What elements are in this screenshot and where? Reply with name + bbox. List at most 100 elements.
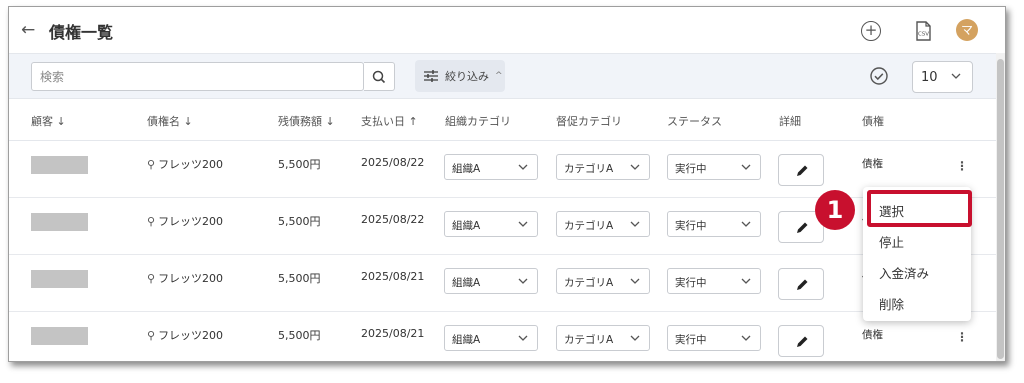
column-header-customer[interactable]: 顧客 ↓ bbox=[31, 113, 66, 129]
status-select[interactable]: 実行中 bbox=[667, 268, 761, 294]
search-icon: ⚲ bbox=[147, 158, 156, 171]
dun-category-value: カテゴリA bbox=[564, 163, 614, 175]
table-row: ⚲ フレッツ200 5,500円 2025/08/22 組織A カテゴリA 実行中… bbox=[9, 141, 999, 198]
debt-name-link[interactable]: ⚲ フレッツ200 bbox=[147, 270, 223, 286]
edit-button[interactable] bbox=[778, 325, 824, 357]
dun-category-select[interactable]: カテゴリA bbox=[556, 325, 650, 351]
customer-redacted bbox=[31, 327, 88, 345]
chevron-down-icon bbox=[741, 164, 751, 170]
customer-redacted bbox=[31, 156, 88, 174]
avatar[interactable]: マ bbox=[956, 19, 978, 41]
balance-amount: 5,500円 bbox=[278, 272, 321, 285]
pencil-icon bbox=[797, 165, 808, 176]
debt-name: フレッツ200 bbox=[158, 329, 224, 342]
org-category-value: 組織A bbox=[452, 163, 481, 175]
debt-name: フレッツ200 bbox=[158, 215, 224, 228]
edit-button[interactable] bbox=[778, 268, 824, 300]
column-header-org-category: 組織カテゴリ bbox=[445, 115, 511, 128]
chevron-down-icon bbox=[741, 278, 751, 284]
customer-redacted bbox=[31, 213, 88, 231]
pay-date: 2025/08/21 bbox=[361, 327, 425, 340]
column-header-saiken: 債権 bbox=[862, 115, 884, 128]
column-header-balance[interactable]: 残債務額 ↓ bbox=[278, 113, 335, 129]
csv-download-icon[interactable]: CSV bbox=[913, 21, 933, 41]
balance-amount: 5,500円 bbox=[278, 158, 321, 171]
chevron-down-icon bbox=[630, 221, 640, 227]
plus-circle-icon[interactable]: + bbox=[861, 21, 881, 41]
pay-date: 2025/08/22 bbox=[361, 213, 425, 226]
chevron-up-icon: ^ bbox=[495, 71, 503, 81]
edit-button[interactable] bbox=[778, 154, 824, 186]
pencil-icon bbox=[797, 336, 808, 347]
search-icon bbox=[372, 70, 386, 84]
chevron-down-icon bbox=[741, 335, 751, 341]
dun-category-value: カテゴリA bbox=[564, 220, 614, 232]
dun-category-select[interactable]: カテゴリA bbox=[556, 211, 650, 237]
filter-label: 絞り込み bbox=[445, 70, 489, 83]
balance-amount: 5,500円 bbox=[278, 215, 321, 228]
step-badge: 1 bbox=[815, 190, 855, 230]
org-category-select[interactable]: 組織A bbox=[444, 325, 538, 351]
debt-name: フレッツ200 bbox=[158, 158, 224, 171]
per-page-select[interactable]: 10 bbox=[912, 61, 973, 93]
check-circle-icon[interactable] bbox=[869, 66, 889, 86]
org-category-value: 組織A bbox=[452, 277, 481, 289]
search-box bbox=[31, 62, 364, 91]
app-window: ← 債権一覧 + CSV マ 検索 絞り込み ^ 10 顧客 ↓ 債権名 ↓ 残… bbox=[8, 6, 1006, 362]
more-vert-icon[interactable]: ⋮ bbox=[956, 159, 968, 173]
debt-name-link[interactable]: ⚲ フレッツ200 bbox=[147, 213, 223, 229]
pay-date: 2025/08/21 bbox=[361, 270, 425, 283]
highlight-box bbox=[867, 190, 972, 227]
column-header-status: ステータス bbox=[667, 115, 722, 128]
toolbar: 絞り込み ^ 10 bbox=[9, 53, 999, 99]
org-category-select[interactable]: 組織A bbox=[444, 211, 538, 237]
pencil-icon bbox=[797, 279, 808, 290]
chevron-down-icon bbox=[630, 164, 640, 170]
per-page-value: 10 bbox=[921, 70, 938, 85]
status-value: 実行中 bbox=[675, 334, 707, 346]
search-button[interactable] bbox=[364, 62, 395, 91]
status-select[interactable]: 実行中 bbox=[667, 325, 761, 351]
chevron-down-icon bbox=[630, 278, 640, 284]
saiken-label: 債権 bbox=[862, 158, 883, 170]
dun-category-value: カテゴリA bbox=[564, 277, 614, 289]
sliders-icon bbox=[424, 70, 438, 82]
column-header-dun-category: 督促カテゴリ bbox=[556, 115, 622, 128]
dun-category-select[interactable]: カテゴリA bbox=[556, 154, 650, 180]
menu-item-paid[interactable]: 入金済み bbox=[879, 263, 929, 282]
pencil-icon bbox=[797, 222, 808, 233]
menu-item-delete[interactable]: 削除 bbox=[879, 294, 904, 313]
org-category-select[interactable]: 組織A bbox=[444, 154, 538, 180]
menu-item-stop[interactable]: 停止 bbox=[879, 232, 904, 251]
chevron-down-icon bbox=[630, 335, 640, 341]
dun-category-select[interactable]: カテゴリA bbox=[556, 268, 650, 294]
org-category-value: 組織A bbox=[452, 334, 481, 346]
chevron-down-icon bbox=[518, 164, 528, 170]
org-category-select[interactable]: 組織A bbox=[444, 268, 538, 294]
balance-amount: 5,500円 bbox=[278, 329, 321, 342]
csv-label: CSV bbox=[918, 32, 929, 38]
page-header: ← 債権一覧 + CSV マ bbox=[9, 7, 999, 53]
debt-name: フレッツ200 bbox=[158, 272, 224, 285]
search-icon: ⚲ bbox=[147, 272, 156, 285]
arrow-left-icon[interactable]: ← bbox=[21, 20, 41, 40]
chevron-down-icon bbox=[518, 221, 528, 227]
chevron-down-icon bbox=[951, 73, 961, 79]
column-header-pay-date[interactable]: 支払い日 ↑ bbox=[361, 113, 418, 129]
scrollbar-thumb[interactable] bbox=[997, 59, 1004, 359]
table-row: ⚲ フレッツ200 5,500円 2025/08/21 組織A カテゴリA 実行中… bbox=[9, 255, 999, 312]
status-value: 実行中 bbox=[675, 277, 707, 289]
more-vert-icon[interactable]: ⋮ bbox=[956, 330, 968, 344]
column-header-debt-name[interactable]: 債権名 ↓ bbox=[147, 113, 193, 129]
search-icon: ⚲ bbox=[147, 329, 156, 342]
status-select[interactable]: 実行中 bbox=[667, 211, 761, 237]
filter-button[interactable]: 絞り込み ^ bbox=[415, 60, 505, 92]
status-select[interactable]: 実行中 bbox=[667, 154, 761, 180]
chevron-down-icon bbox=[518, 278, 528, 284]
search-input[interactable] bbox=[32, 63, 332, 90]
debt-name-link[interactable]: ⚲ フレッツ200 bbox=[147, 327, 223, 343]
chevron-down-icon bbox=[518, 335, 528, 341]
page-title: 債権一覧 bbox=[49, 23, 114, 42]
debt-name-link[interactable]: ⚲ フレッツ200 bbox=[147, 156, 223, 172]
table-header: 顧客 ↓ 債権名 ↓ 残債務額 ↓ 支払い日 ↑ 組織カテゴリ 督促カテゴリ ス… bbox=[9, 99, 999, 141]
